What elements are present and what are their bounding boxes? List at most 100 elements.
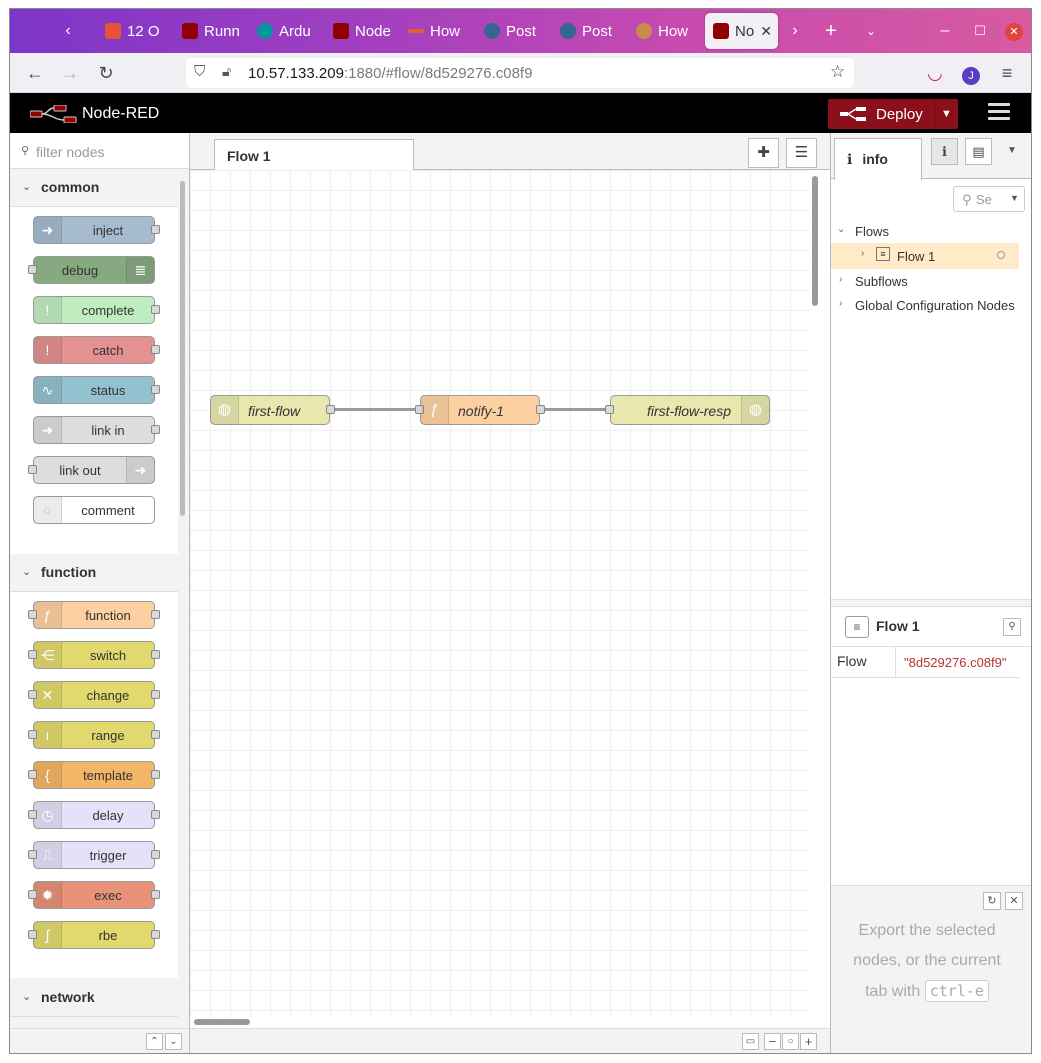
canvas-vertical-scrollbar[interactable]: [812, 176, 818, 306]
node-palette: ⚲ filter nodes ⌄ common ⌄ function ⌄ net…: [10, 133, 190, 1053]
tips-panel: ↻ ✕ Export the selected nodes, or the cu…: [831, 885, 1031, 1053]
info-icon[interactable]: ℹ: [931, 138, 958, 165]
flow-canvas[interactable]: ◍ first-flow ƒ notify-1 first-flow-resp …: [190, 170, 810, 1018]
browser-tab[interactable]: Ardu: [257, 19, 319, 43]
flow-node-http-response[interactable]: first-flow-resp ◍: [605, 395, 770, 425]
sidebar-menu-chevron-icon[interactable]: ▼: [1007, 145, 1017, 156]
bookmark-star-icon[interactable]: ☆: [830, 62, 845, 82]
sidebar-tabs: ℹ info ℹ ▤ ▼: [831, 133, 1031, 180]
forward-icon[interactable]: →: [59, 62, 81, 84]
palette-category-network[interactable]: ⌄ network: [10, 979, 178, 1017]
palette-scrollbar[interactable]: [180, 181, 185, 516]
navigator-map-icon[interactable]: ▭: [742, 1033, 759, 1050]
browser-tab[interactable]: How: [636, 19, 698, 43]
zoom-in-icon[interactable]: +: [800, 1033, 817, 1050]
flow-node-http-in[interactable]: ◍ first-flow: [210, 395, 335, 425]
palette-node-function[interactable]: ƒ function: [28, 601, 160, 629]
chevron-down-icon: ▼: [1010, 193, 1019, 203]
info-tab-label: ℹ info: [847, 151, 888, 167]
url-bar[interactable]: ⛉ 🔓︎ 10.57.133.209:1880/#flow/8d529276.c…: [186, 58, 854, 88]
help-book-icon[interactable]: ▤: [965, 138, 992, 165]
palette-node-link-out[interactable]: ➜ link out: [28, 456, 155, 484]
palette-category-function[interactable]: ⌄ function: [10, 554, 178, 592]
chevron-right-icon: ›: [839, 274, 843, 285]
sidebar-tab-info[interactable]: ℹ info: [834, 138, 922, 180]
palette-node-trigger[interactable]: ⎍ trigger: [28, 841, 160, 869]
deploy-button[interactable]: Deploy ▼: [828, 99, 958, 129]
deploy-dropdown-icon[interactable]: ▼: [934, 99, 958, 129]
app-brand: Node-RED: [82, 105, 160, 122]
palette-node-catch[interactable]: ! catch: [33, 336, 160, 364]
zoom-out-icon[interactable]: −: [764, 1033, 781, 1050]
account-avatar[interactable]: J: [960, 62, 982, 85]
close-tips-icon[interactable]: ✕: [1005, 892, 1023, 910]
canvas-horizontal-scrollbar[interactable]: [194, 1019, 250, 1025]
input-port: [28, 850, 37, 859]
tree-item-subflows[interactable]: › Subflows: [831, 269, 1019, 293]
tab-flow-1[interactable]: Flow 1: [214, 139, 414, 171]
palette-node-range[interactable]: ı range: [28, 721, 160, 749]
flow-list-button[interactable]: ☰: [786, 138, 817, 168]
add-flow-button[interactable]: ✚: [748, 138, 779, 168]
browser-tab[interactable]: Node: [333, 19, 395, 43]
palette-search[interactable]: ⚲ filter nodes: [10, 133, 189, 169]
new-tab-icon[interactable]: +: [821, 21, 841, 41]
maximize-icon[interactable]: ☐: [968, 19, 992, 43]
tab-favicon-icon: [636, 23, 652, 39]
browser-tab[interactable]: Runn: [182, 19, 244, 43]
tree-item-flows[interactable]: ⌄ Flows: [831, 219, 1019, 243]
sidebar-splitter[interactable]: [831, 599, 1031, 607]
palette-node-debug[interactable]: ≣ debug: [28, 256, 155, 284]
palette-node-rbe[interactable]: ∫ rbe: [28, 921, 160, 949]
palette-node-status[interactable]: ∿ status: [33, 376, 160, 404]
palette-node-label: link in: [91, 423, 125, 438]
flow-wire[interactable]: [540, 408, 610, 411]
palette-node-comment[interactable]: ○ comment: [33, 496, 155, 524]
input-port: [28, 265, 37, 274]
deploy-icon: [840, 107, 866, 121]
search-icon[interactable]: ⚲: [1003, 618, 1021, 636]
palette-node-label: switch: [89, 648, 127, 663]
browser-tab-active[interactable]: No ✕: [705, 13, 778, 49]
palette-node-complete[interactable]: ! complete: [33, 296, 160, 324]
output-port[interactable]: [326, 405, 335, 414]
tree-item-global-config[interactable]: › Global Configuration Nodes: [831, 293, 1019, 317]
tree-item-flow-1[interactable]: › ≡ Flow 1: [831, 243, 1019, 269]
insecure-lock-icon[interactable]: 🔓︎: [222, 63, 231, 80]
sidebar-search[interactable]: ⚲ Se ▼: [953, 186, 1025, 212]
pocket-icon[interactable]: ◡: [924, 62, 946, 84]
refresh-tip-icon[interactable]: ↻: [983, 892, 1001, 910]
palette-node-delay[interactable]: ◷ delay: [28, 801, 160, 829]
browser-menu-icon[interactable]: ≡: [996, 62, 1018, 84]
browser-tab[interactable]: Post: [484, 19, 546, 43]
shield-icon[interactable]: ⛉: [194, 63, 205, 80]
browser-tab[interactable]: 12 O: [105, 19, 167, 43]
zoom-reset-icon[interactable]: ○: [782, 1033, 799, 1050]
palette-category-common[interactable]: ⌄ common: [10, 169, 178, 207]
output-port: [151, 385, 160, 394]
tab-close-icon[interactable]: ✕: [760, 23, 772, 40]
palette-node-change[interactable]: ✕ change: [28, 681, 160, 709]
palette-node-switch[interactable]: ⋲ switch: [28, 641, 160, 669]
flow-wire[interactable]: [330, 408, 420, 411]
expand-all-icon[interactable]: ⌄: [165, 1033, 182, 1050]
palette-node-inject[interactable]: ➜ inject: [33, 216, 160, 244]
back-icon[interactable]: ←: [24, 62, 46, 84]
tab-list-icon[interactable]: ⌄: [861, 21, 881, 41]
collapse-all-icon[interactable]: ⌃: [146, 1033, 163, 1050]
minimize-icon[interactable]: –: [933, 19, 957, 43]
browser-tab[interactable]: Post: [560, 19, 622, 43]
palette-node-template[interactable]: {template: [28, 761, 160, 789]
palette-node-exec[interactable]: ✹ exec: [28, 881, 160, 909]
flow-node-function[interactable]: ƒ notify-1: [415, 395, 545, 425]
reload-icon[interactable]: ↻: [95, 62, 117, 84]
main-menu-icon[interactable]: [988, 103, 1010, 123]
palette-search-input[interactable]: filter nodes: [36, 144, 104, 160]
output-port[interactable]: [536, 405, 545, 414]
tab-scroll-left-icon[interactable]: ‹: [58, 21, 78, 41]
close-window-icon[interactable]: ✕: [1002, 19, 1026, 43]
browser-tab[interactable]: How: [408, 19, 470, 43]
input-port[interactable]: [605, 405, 614, 414]
tab-scroll-right-icon[interactable]: ›: [785, 21, 805, 41]
palette-node-link-in[interactable]: ➜ link in: [33, 416, 160, 444]
